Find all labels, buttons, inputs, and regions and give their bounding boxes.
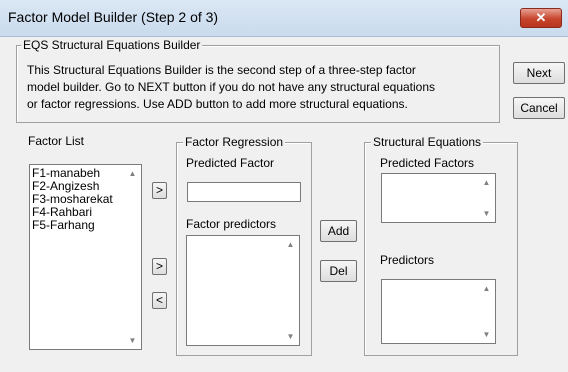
scroll-up-icon[interactable]: ▲ [482,178,491,187]
close-button[interactable]: ✕ [520,8,562,28]
title-bar: Factor Model Builder (Step 2 of 3) ✕ [0,0,568,37]
factor-regression-title: Factor Regression [183,135,286,149]
predicted-factors-listbox[interactable]: ▲ ▼ [381,173,496,223]
cancel-button[interactable]: Cancel [513,97,565,119]
window-title: Factor Model Builder (Step 2 of 3) [8,9,219,25]
scroll-up-icon[interactable]: ▲ [482,284,491,293]
factor-list-scrollbar[interactable]: ▲ ▼ [124,165,141,349]
description-line-1: This Structural Equations Builder is the… [27,63,416,77]
move-to-predicted-button[interactable]: > [152,182,167,199]
scroll-up-icon[interactable]: ▲ [128,169,137,178]
factor-predictors-label: Factor predictors [186,217,277,231]
move-to-predictors-button[interactable]: > [152,258,167,275]
predictors-scrollbar[interactable]: ▲ ▼ [478,280,495,343]
predicted-factor-field[interactable] [187,182,301,202]
predicted-factors-scrollbar[interactable]: ▲ ▼ [478,174,495,222]
scroll-down-icon[interactable]: ▼ [482,209,491,218]
add-button[interactable]: Add [320,220,357,242]
scroll-down-icon[interactable]: ▼ [128,336,137,345]
factor-listbox[interactable]: F1-manabeh F2-Angizesh F3-mosharekat F4-… [29,164,142,350]
del-button[interactable]: Del [320,260,357,282]
remove-predictor-button[interactable]: < [152,292,167,309]
description-line-2: model builder. Go to NEXT button if you … [27,80,436,94]
predictors-label: Predictors [380,253,435,267]
builder-group-title: EQS Structural Equations Builder [21,38,203,52]
predicted-factors-label: Predicted Factors [380,156,475,170]
structural-equations-title: Structural Equations [371,135,484,149]
structural-equations-group: Structural Equations Predicted Factors ▲… [364,135,518,356]
scroll-down-icon[interactable]: ▼ [286,332,295,341]
factor-predictors-scrollbar[interactable]: ▲ ▼ [282,236,299,345]
predicted-factor-label: Predicted Factor [186,156,275,170]
builder-group: EQS Structural Equations Builder This St… [16,38,500,123]
scroll-down-icon[interactable]: ▼ [482,330,491,339]
factor-list-label: Factor List [28,134,85,148]
builder-description: This Structural Equations Builder is the… [27,62,497,113]
factor-regression-group: Factor Regression Predicted Factor Facto… [176,135,312,356]
next-button[interactable]: Next [513,62,565,84]
description-line-3: or factor regressions. Use ADD button to… [27,97,408,111]
predictors-listbox[interactable]: ▲ ▼ [381,279,496,344]
close-icon: ✕ [535,10,547,25]
scroll-up-icon[interactable]: ▲ [286,240,295,249]
factor-predictors-listbox[interactable]: ▲ ▼ [186,235,300,346]
